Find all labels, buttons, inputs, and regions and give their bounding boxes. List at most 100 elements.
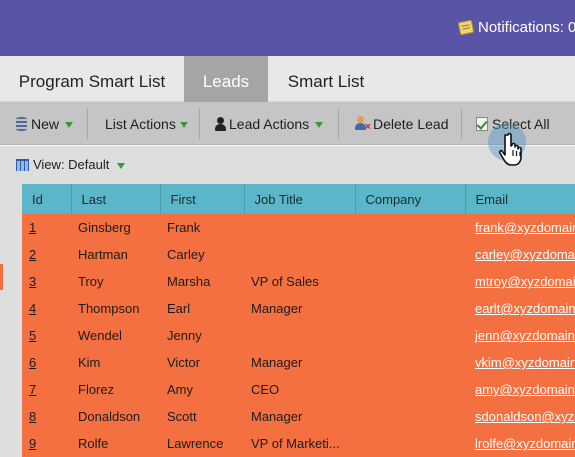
email-link[interactable]: jenn@xyzdomain [475,328,575,343]
cell-email[interactable]: frank@xyzdomain [465,214,575,241]
table-row[interactable]: 3 Troy Marsha VP of Sales mtroy@xyzdomain [22,268,575,295]
lead-id-link[interactable]: 3 [29,274,36,289]
cell-job-title: VP of Sales [244,268,355,295]
row-marker [0,264,3,290]
view-label: View: Default [33,157,110,172]
cell-id[interactable]: 9 [22,430,71,457]
cell-id[interactable]: 7 [22,376,71,403]
cell-id[interactable]: 6 [22,349,71,376]
cell-first: Victor [160,349,244,376]
table-row[interactable]: 8 DonaldsonScottManager sdonaldson@xyzdoma… [22,403,575,430]
hand-pointer-icon [498,132,522,166]
lead-id-link[interactable]: 2 [29,247,36,262]
database-icon [16,116,27,131]
cell-last: Ginsberg [71,214,160,241]
cell-last: Kim [71,349,160,376]
column-header-first[interactable]: First [160,184,245,214]
cell-id[interactable]: 2 [22,241,71,268]
dropdown-arrow-icon [117,162,126,169]
new-button[interactable]: New [16,102,74,145]
toolbar-divider [87,108,88,139]
column-header-last[interactable]: Last [71,184,161,214]
new-label: New [31,115,60,132]
cell-first: Earl [160,295,244,322]
lead-id-link[interactable]: 8 [29,409,36,424]
delete-lead-label: Delete Lead [373,115,449,132]
cell-email[interactable]: lrolfe@xyzdomain [465,430,575,457]
cell-last: Donaldson [71,403,160,430]
table-row[interactable]: 1 Ginsberg Frank frank@xyzdomain [22,214,575,241]
lead-id-link[interactable]: 9 [29,436,36,451]
column-header-email[interactable]: Email [465,184,575,214]
cell-job-title [244,214,355,241]
cell-first: Frank [160,214,244,241]
table-row[interactable]: 9 Rolfe Lawrence VP of Marketi... lrolfe@xyz… [22,430,575,457]
notifications-icon [457,19,475,36]
column-header-id[interactable]: Id [22,184,72,214]
toolbar-divider [461,108,462,139]
cell-id[interactable]: 4 [22,295,71,322]
top-header-bar: Notifications: 0 [0,0,575,56]
email-link[interactable]: carley@xyzdomain [475,247,575,262]
cell-first: Amy [160,376,244,403]
checkbox-icon [476,116,488,131]
column-header-company[interactable]: Company [355,184,466,214]
email-link[interactable]: mtroy@xyzdomain [475,274,575,289]
email-link[interactable]: frank@xyzdomain [475,220,575,235]
delete-lead-icon: × [354,116,371,133]
cell-company [355,430,465,457]
email-link[interactable]: lrolfe@xyzdomain [475,436,575,451]
user-icon [215,116,226,131]
notifications-label: Notifications: 0 [478,19,575,36]
cell-email[interactable]: carley@xyzdomain [465,241,575,268]
cell-email[interactable]: sdonaldson@xyzdomain [465,403,575,430]
email-link[interactable]: earlt@xyzdomain [475,301,575,316]
cell-last: Florez [71,376,160,403]
lead-id-link[interactable]: 5 [29,328,36,343]
cell-id[interactable]: 3 [22,268,71,295]
table-row[interactable]: 7 Florez Amy CEO amy@xyzdomain [22,376,575,403]
cell-company [355,295,465,322]
tab-leads[interactable]: Leads [184,56,268,102]
dropdown-arrow-icon [179,121,188,128]
cell-email[interactable]: mtroy@xyzdomain [465,268,575,295]
list-actions-button[interactable]: List Actions [105,102,188,145]
lead-actions-button[interactable]: Lead Actions [215,102,324,145]
grid-view-icon [16,158,29,171]
tab-smart-list[interactable]: Smart List [268,56,384,102]
delete-lead-button[interactable]: × Delete Lead [354,102,449,145]
table-header-row: Id Last First Job Title Company Email [22,184,575,214]
cell-email[interactable]: amy@xyzdomain [465,376,575,403]
cell-job-title: Manager [244,403,355,430]
list-actions-label: List Actions [105,115,176,132]
tab-program-smart-list[interactable]: Program Smart List [0,56,184,102]
lead-id-link[interactable]: 1 [29,220,36,235]
email-link[interactable]: sdonaldson@xyzdomain [475,409,575,424]
lead-id-link[interactable]: 4 [29,301,36,316]
cell-company [355,214,465,241]
cell-job-title [244,322,355,349]
lead-id-link[interactable]: 7 [29,382,36,397]
table-row[interactable]: 4 Thompson Earl Manager earlt@xyzdomain [22,295,575,322]
cell-email[interactable]: vkim@xyzdomain [465,349,575,376]
dropdown-arrow-icon [65,121,74,128]
cell-email[interactable]: jenn@xyzdomain [465,322,575,349]
lead-actions-label: Lead Actions [229,115,310,132]
leads-grid: Id Last First Job Title Company Email 1 G… [22,184,575,457]
column-header-job-title[interactable]: Job Title [244,184,356,214]
table-row[interactable]: 2 Hartman Carley carley@xyzdomain [22,241,575,268]
table-row[interactable]: 6 Kim Victor Manager vkim@xyzdomain [22,349,575,376]
cell-email[interactable]: earlt@xyzdomain [465,295,575,322]
cell-first: Carley [160,241,244,268]
toolbar-divider [338,108,339,139]
lead-id-link[interactable]: 6 [29,355,36,370]
notifications[interactable]: Notifications: 0 [457,19,575,36]
cell-id[interactable]: 1 [22,214,71,241]
cell-company [355,349,465,376]
cell-id[interactable]: 5 [22,322,71,349]
table-row[interactable]: 5 Wendel Jenny jenn@xyzdomain [22,322,575,349]
email-link[interactable]: vkim@xyzdomain [475,355,575,370]
view-selector[interactable]: View: Default [16,157,126,172]
email-link[interactable]: amy@xyzdomain [475,382,575,397]
cell-id[interactable]: 8 [22,403,71,430]
